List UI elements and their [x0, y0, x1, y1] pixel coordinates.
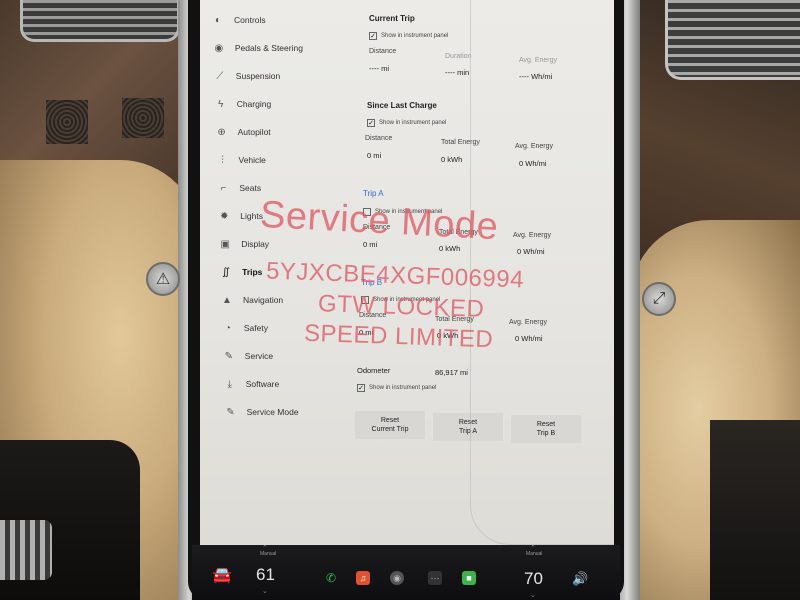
- seat-control-icon[interactable]: ⤢: [642, 282, 676, 316]
- sidebar-item-label: Navigation: [243, 295, 284, 305]
- reset-trip-a-button[interactable]: Reset Trip A: [433, 413, 503, 441]
- seat-icon: ⌐: [220, 182, 227, 194]
- checkbox-checked-icon[interactable]: ✓: [367, 119, 375, 127]
- display-icon: ▣: [220, 238, 230, 250]
- sidebar-item-software[interactable]: ⤓ Software: [222, 370, 350, 398]
- left-temperature[interactable]: 61: [256, 565, 275, 585]
- service-mode-overlay-gtw: GTW LOCKED: [317, 290, 485, 323]
- duration-value: ---- min: [445, 68, 470, 77]
- odometer-value: 86,917 mi: [435, 368, 468, 377]
- current-trip-show-checkbox[interactable]: ✓ Show in instrument panel: [369, 32, 448, 40]
- trips-icon: ∬: [222, 266, 231, 278]
- right-temperature[interactable]: 70: [524, 569, 543, 589]
- sidebar-item-label: Trips: [242, 267, 263, 277]
- download-icon: ⤓: [227, 378, 232, 390]
- sidebar-item-label: Seats: [239, 183, 262, 193]
- reset-current-trip-button[interactable]: Reset Current Trip: [355, 411, 425, 439]
- navigation-arrow-icon: ▲: [222, 294, 232, 306]
- chevron-down-icon[interactable]: ⌄: [262, 587, 268, 595]
- sidebar-item-label: Pedals & Steering: [234, 43, 303, 53]
- sidebar-item-controls[interactable]: ◐ Controls: [210, 6, 350, 34]
- reset-trip-b-button[interactable]: Reset Trip B: [511, 415, 581, 443]
- wrench-icon: ✎: [226, 406, 235, 418]
- sidebar-item-label: Suspension: [235, 71, 281, 81]
- apps-icon[interactable]: ⋯: [428, 571, 442, 585]
- car-icon[interactable]: 🚘: [212, 565, 232, 585]
- trip-a-title: Trip A: [363, 189, 384, 198]
- sidebar-item-label: Display: [241, 239, 270, 249]
- distance-label: Distance: [365, 135, 393, 142]
- checkbox-label: Show in instrument panel: [369, 385, 437, 391]
- distance-label: Distance: [369, 48, 397, 55]
- odometer-show-checkbox[interactable]: ✓ Show in instrument panel: [357, 384, 436, 392]
- sidebar-item-label: Autopilot: [237, 127, 271, 137]
- toggle-icon: ◐: [214, 14, 222, 26]
- media-icon[interactable]: ♫: [356, 571, 370, 585]
- since-last-charge-show-checkbox[interactable]: ✓ Show in instrument panel: [367, 119, 446, 127]
- camera-icon[interactable]: ◉: [390, 571, 404, 585]
- sidebar-item-charging[interactable]: ϟ Charging: [213, 90, 350, 118]
- total-energy-value: 0 kWh: [441, 155, 463, 164]
- sidebar-item-label: Vehicle: [238, 155, 266, 165]
- energy-app-icon[interactable]: ■: [462, 571, 476, 585]
- avg-energy-label: Avg. Energy: [509, 319, 548, 326]
- sliders-icon: ⫶: [221, 154, 224, 166]
- sidebar-item-pedals-steering[interactable]: ◉ Pedals & Steering: [211, 34, 350, 62]
- sidebar-item-label: Service: [244, 351, 274, 361]
- sidebar-item-label: Controls: [234, 15, 266, 25]
- avg-energy-label: Avg. Energy: [519, 57, 558, 64]
- avg-energy-label: Avg. Energy: [513, 232, 552, 239]
- odometer-label: Odometer: [357, 366, 391, 375]
- checkbox-checked-icon[interactable]: ✓: [369, 32, 377, 40]
- pedal: [0, 520, 52, 580]
- speaker-grille-left-2: [122, 98, 164, 138]
- avg-energy-value: 0 Wh/mi: [515, 334, 543, 343]
- sidebar-item-autopilot[interactable]: ⊕ Autopilot: [214, 118, 350, 146]
- hazard-button-icon[interactable]: ⚠: [146, 262, 180, 296]
- sidebar-item-label: Service Mode: [246, 407, 299, 417]
- sun-icon: ✹: [220, 210, 229, 222]
- speaker-grille-left: [46, 100, 88, 144]
- sidebar-item-vehicle[interactable]: ⫶ Vehicle: [215, 146, 351, 174]
- floor-right: [710, 420, 800, 600]
- checkbox-checked-icon[interactable]: ✓: [357, 384, 365, 392]
- sidebar-item-suspension[interactable]: ⟋ Suspension: [212, 62, 350, 90]
- avg-energy-label: Avg. Energy: [515, 143, 554, 150]
- distance-value: 0 mi: [367, 151, 382, 160]
- total-energy-label: Total Energy: [441, 139, 480, 146]
- checkbox-label: Show in instrument panel: [381, 33, 449, 39]
- sidebar-item-label: Software: [245, 379, 280, 389]
- chevron-up-icon[interactable]: ⌃: [262, 544, 268, 552]
- current-trip-title: Current Trip: [369, 14, 415, 23]
- avg-energy-value: 0 Wh/mi: [517, 247, 545, 256]
- sidebar-item-service-mode[interactable]: ✎ Service Mode: [223, 398, 350, 426]
- safety-icon: ◔: [224, 322, 231, 334]
- touchscreen: ◐ Controls ◉ Pedals & Steering ⟋ Suspension ϟ C…: [200, 0, 614, 545]
- phone-icon[interactable]: ✆: [324, 571, 338, 585]
- bolt-icon: ϟ: [218, 98, 224, 110]
- distance-value: ---- mi: [369, 64, 389, 73]
- checkbox-label: Show in instrument panel: [379, 120, 447, 126]
- sidebar-item-label: Safety: [243, 323, 268, 333]
- air-vent-left: [20, 0, 180, 42]
- steering-wheel-icon: ⊕: [217, 126, 226, 138]
- volume-icon[interactable]: 🔊: [572, 571, 588, 587]
- chevron-down-icon[interactable]: ⌄: [530, 591, 536, 599]
- since-last-charge-title: Since Last Charge: [367, 101, 437, 110]
- suspension-icon: ⟋: [216, 70, 224, 82]
- air-vent-right: [665, 0, 800, 80]
- bottom-status-bar: 🚘 Manual ⌃ 61 ⌄ ✆ ♫ ◉ ⋯ ■ Manual ⌃ 70 ⌄ …: [192, 545, 620, 600]
- sidebar-item-label: Charging: [236, 99, 272, 109]
- chevron-up-icon[interactable]: ⌃: [530, 544, 536, 552]
- avg-energy-value: ---- Wh/mi: [519, 72, 553, 81]
- duration-label: Duration: [445, 53, 472, 60]
- car-icon: ◉: [214, 42, 224, 54]
- wrench-icon: ✎: [224, 350, 233, 362]
- avg-energy-value: 0 Wh/mi: [519, 159, 547, 168]
